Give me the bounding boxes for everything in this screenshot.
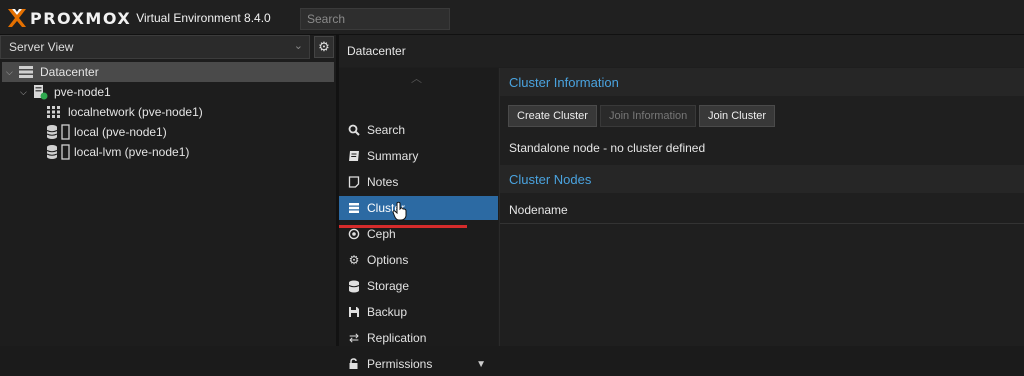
nodename-column-header[interactable]: Nodename bbox=[500, 196, 1024, 224]
tree-item-node[interactable]: ⌵ pve-node1 bbox=[20, 82, 111, 102]
cluster-nodes-title: Cluster Nodes bbox=[500, 165, 1024, 193]
hand-cursor-icon bbox=[392, 201, 407, 221]
breadcrumb: Datacenter bbox=[339, 35, 1024, 67]
menu-item-label: Options bbox=[367, 253, 409, 267]
menu-item-options[interactable]: ⚙ Options bbox=[339, 248, 498, 272]
note-icon bbox=[347, 176, 361, 188]
tree-settings-button[interactable]: ⚙ bbox=[314, 36, 334, 58]
menu-item-summary[interactable]: Summary bbox=[339, 144, 498, 168]
tree-item-label: local (pve-node1) bbox=[74, 125, 167, 139]
gear-icon: ⚙ bbox=[348, 253, 360, 267]
datacenter-icon bbox=[19, 66, 33, 78]
menu-item-label: Backup bbox=[367, 305, 408, 319]
node-online-icon bbox=[34, 85, 48, 100]
menu-item-storage[interactable]: Storage bbox=[339, 274, 498, 298]
search-icon bbox=[347, 124, 361, 136]
scroll-up-icon[interactable]: ︿ bbox=[411, 70, 422, 86]
menu-item-label: Search bbox=[367, 123, 406, 137]
retweet-icon: ⇄ bbox=[348, 331, 360, 345]
tree-item-label: pve-node1 bbox=[54, 85, 111, 99]
resource-tree-panel: Server View ⌄ ⚙ ⌵ Datacenter ⌵ pve-node1 bbox=[0, 35, 338, 346]
column-header-label: Nodename bbox=[509, 202, 568, 217]
menu-item-backup[interactable]: Backup bbox=[339, 300, 498, 324]
menu-item-permissions[interactable]: Permissions ▼ bbox=[339, 352, 498, 376]
menu-item-label: Ceph bbox=[367, 227, 396, 241]
chevron-down-icon: ⌄ bbox=[293, 40, 303, 52]
menu-item-label: Permissions bbox=[367, 357, 433, 371]
tree-item-datacenter[interactable]: ⌵ Datacenter bbox=[2, 62, 334, 82]
gear-icon: ⚙ bbox=[318, 39, 330, 54]
menu-item-ceph[interactable]: Ceph bbox=[339, 222, 498, 246]
join-cluster-button[interactable]: Join Cluster bbox=[699, 105, 776, 127]
product-version: Virtual Environment 8.4.0 bbox=[136, 11, 271, 25]
ceph-icon bbox=[347, 228, 361, 240]
collapse-icon[interactable]: ⌵ bbox=[20, 87, 30, 98]
datacenter-menu: ︿ Search Summary Notes Cluster Ceph ⚙ Op… bbox=[339, 68, 498, 371]
tree-item-network[interactable]: localnetwork (pve-node1) bbox=[46, 102, 203, 122]
floppy-icon bbox=[347, 306, 361, 318]
search-input[interactable] bbox=[300, 8, 450, 30]
database-icon bbox=[347, 280, 361, 293]
menu-item-cluster[interactable]: Cluster bbox=[339, 196, 498, 221]
menu-item-label: Replication bbox=[367, 331, 427, 345]
collapse-icon[interactable]: ⌵ bbox=[6, 67, 16, 78]
tree-item-label: Datacenter bbox=[40, 65, 99, 79]
tree-item-label: localnetwork (pve-node1) bbox=[68, 105, 203, 119]
view-selector-value: Server View bbox=[9, 40, 74, 54]
expand-caret-icon[interactable]: ▼ bbox=[476, 359, 486, 370]
menu-item-notes[interactable]: Notes bbox=[339, 170, 498, 194]
tree-item-storage-local-lvm[interactable]: local-lvm (pve-node1) bbox=[46, 142, 189, 162]
menu-item-search[interactable]: Search bbox=[339, 118, 498, 142]
server-icon bbox=[347, 202, 361, 214]
view-selector[interactable]: Server View ⌄ bbox=[0, 35, 310, 59]
page-title: Datacenter bbox=[347, 44, 406, 58]
cluster-content: Cluster Information Create Cluster Join … bbox=[499, 68, 1024, 346]
menu-item-replication[interactable]: ⇄ Replication bbox=[339, 326, 498, 350]
menu-item-label: Notes bbox=[367, 175, 399, 189]
menu-item-label: Summary bbox=[367, 149, 419, 163]
storage-icon bbox=[46, 144, 70, 160]
storage-icon bbox=[46, 124, 70, 140]
top-bar: PROXMOX Virtual Environment 8.4.0 bbox=[0, 0, 1024, 35]
brand-name: PROXMOX bbox=[30, 8, 132, 28]
unlock-icon bbox=[347, 358, 361, 370]
tree-item-storage-local[interactable]: local (pve-node1) bbox=[46, 122, 167, 142]
menu-item-label: Storage bbox=[367, 279, 410, 293]
proxmox-logo[interactable]: PROXMOX Virtual Environment 8.4.0 bbox=[6, 6, 271, 30]
cluster-status-text: Standalone node - no cluster defined bbox=[509, 141, 706, 155]
book-icon bbox=[347, 150, 361, 162]
proxmox-x-icon bbox=[8, 9, 26, 27]
tree-item-label: local-lvm (pve-node1) bbox=[74, 145, 190, 159]
network-grid-icon bbox=[47, 106, 60, 118]
create-cluster-button[interactable]: Create Cluster bbox=[508, 105, 597, 127]
join-information-button[interactable]: Join Information bbox=[600, 105, 697, 127]
cluster-information-title: Cluster Information bbox=[500, 68, 1024, 96]
main-area: Datacenter ︿ Search Summary Notes Cluste… bbox=[339, 35, 1024, 371]
